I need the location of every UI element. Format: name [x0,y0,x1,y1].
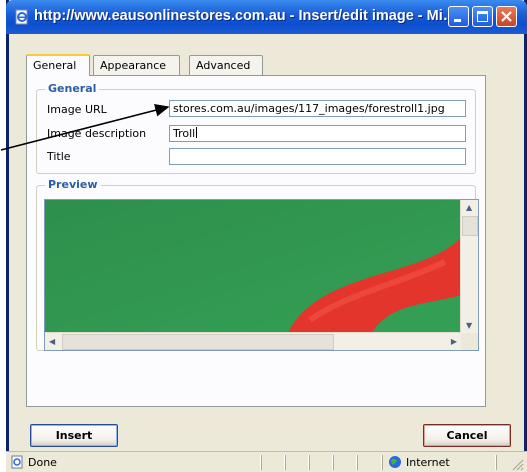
window-title: http://www.eausonlinestores.com.au - Ins… [34,8,458,24]
close-button[interactable] [496,6,517,27]
tab-general[interactable]: General [26,54,90,76]
status-bar: Done Internet [6,451,527,472]
image-url-label: Image URL [47,103,107,116]
resize-grip-icon[interactable] [510,457,524,471]
status-segment [496,455,497,470]
preview-horizontal-scrollbar[interactable]: ◀ ▶ [45,332,461,350]
preview-legend: Preview [45,178,101,191]
tab-panel-general: General Image URL stores.com.au/images/1… [26,75,486,407]
status-text: Done [28,456,57,469]
troll-photo [45,200,461,333]
maximize-button[interactable] [472,6,493,27]
status-segment [357,455,358,470]
cancel-button[interactable]: Cancel [423,424,511,447]
minimize-button[interactable] [448,6,469,27]
maximize-icon [477,11,488,22]
image-description-field[interactable]: Troll [169,125,466,142]
scroll-up-icon[interactable]: ▲ [466,203,472,212]
preview-vertical-scrollbar[interactable]: ▲ ▼ [460,200,478,333]
vertical-scroll-thumb[interactable] [462,216,478,236]
internet-globe-icon [389,456,401,468]
title-label: Title [47,150,71,163]
status-segment [285,455,286,470]
horizontal-scroll-thumb[interactable] [62,334,334,350]
tab-appearance[interactable]: Appearance [93,55,180,75]
status-segment [382,455,383,470]
tab-advanced[interactable]: Advanced [189,55,263,75]
status-segment [261,455,262,470]
preview-fieldset: Preview ▲ ▼ ◀ ▶ [36,178,479,351]
scroll-corner [461,333,478,350]
scroll-left-icon[interactable]: ◀ [49,337,55,346]
scroll-down-icon[interactable]: ▼ [466,321,472,330]
minimize-icon [454,19,461,22]
scroll-right-icon[interactable]: ▶ [451,337,457,346]
image-description-label: Image description [47,127,147,140]
ie-page-icon [15,9,28,25]
page-done-icon [11,455,23,469]
status-segment [309,455,310,470]
image-description-value: Troll [173,127,196,140]
general-legend: General [45,82,100,95]
image-url-field[interactable]: stores.com.au/images/117_images/forestro… [169,100,466,117]
title-field[interactable] [169,148,466,165]
text-caret [196,127,198,138]
preview-frame: ▲ ▼ ◀ ▶ [44,199,479,351]
status-segment [333,455,334,470]
insert-button[interactable]: Insert [30,424,118,447]
close-icon [501,11,512,22]
security-zone-text: Internet [406,456,450,469]
